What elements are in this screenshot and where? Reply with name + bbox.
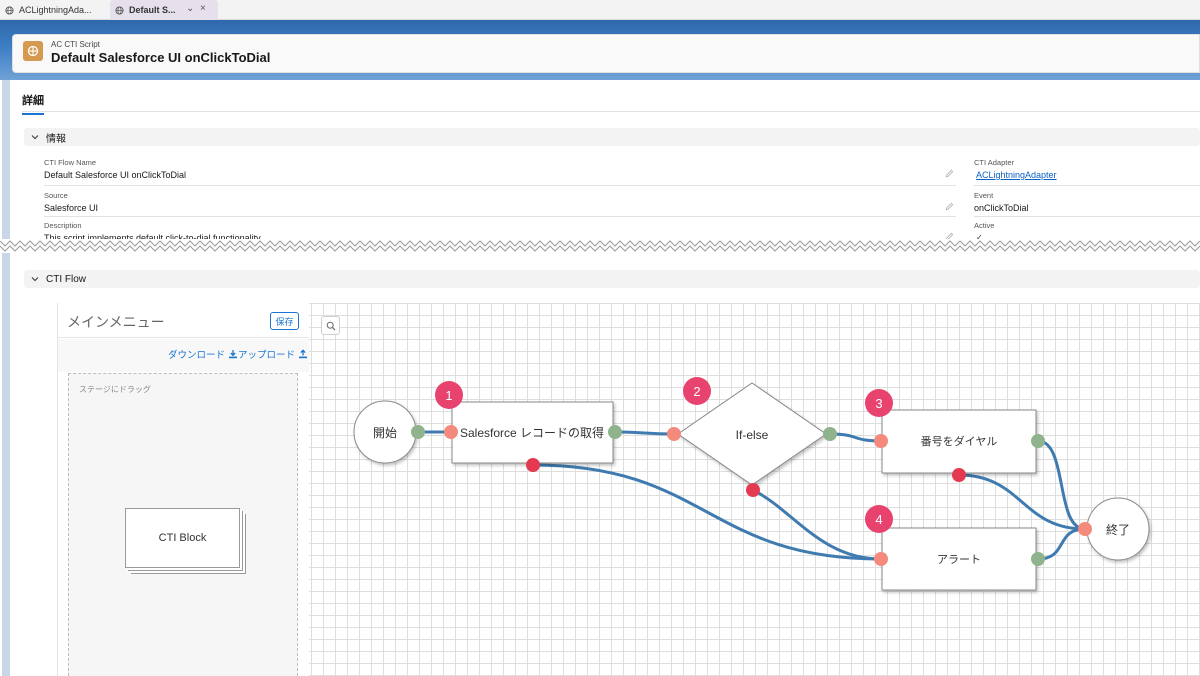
torn-edge-separator (0, 239, 1200, 253)
record-type-icon (23, 41, 43, 61)
browser-tab-bar: ACLightningAda... Default S... ⌄ × (0, 0, 1200, 20)
error-port[interactable] (952, 468, 966, 482)
end-node[interactable]: 終了 (1086, 497, 1150, 561)
palette-header: メインメニュー 保存 (58, 303, 309, 338)
input-port[interactable] (444, 425, 458, 439)
chevron-down-icon[interactable]: ⌄ (186, 3, 194, 14)
output-port[interactable] (411, 425, 425, 439)
field-cti-adapter: CTI Adapter ACLightningAdapter (974, 158, 1057, 180)
dial-number-node-label: 番号をダイヤル (921, 434, 998, 448)
alert-node[interactable]: アラート (881, 527, 1037, 591)
field-source: Source Salesforce UI (44, 191, 98, 213)
save-button[interactable]: 保存 (270, 312, 299, 330)
field-label: Description (44, 221, 82, 230)
upload-label: アップロード (238, 350, 296, 361)
globe-icon (5, 5, 14, 15)
field-event: Event onClickToDial (974, 191, 1029, 213)
field-divider (44, 185, 956, 186)
flow-section-header[interactable]: CTI Flow (24, 270, 1200, 288)
section-title: CTI Flow (46, 273, 86, 285)
field-label: Event (974, 191, 994, 200)
field-label: CTI Flow Name (44, 158, 97, 167)
field-divider (44, 216, 956, 217)
field-divider (974, 216, 1200, 217)
field-label: CTI Adapter (974, 158, 1015, 167)
drop-hint: ステージにドラッグ (79, 385, 151, 394)
input-port[interactable] (1078, 522, 1092, 536)
zoom-button[interactable] (321, 316, 340, 335)
download-label: ダウンロード (168, 350, 226, 361)
window-edge (2, 80, 10, 676)
input-port[interactable] (874, 552, 888, 566)
input-port[interactable] (667, 427, 681, 441)
upload-icon (299, 349, 308, 359)
output-port[interactable] (1031, 552, 1045, 566)
output-port[interactable] (608, 425, 622, 439)
tab-divider (22, 111, 1200, 112)
field-cti-flow-name: CTI Flow Name Default Salesforce UI onCl… (44, 158, 186, 180)
palette-title: メインメニュー (67, 314, 165, 330)
output-port[interactable] (823, 427, 837, 441)
pencil-icon[interactable] (945, 169, 954, 178)
field-value: Default Salesforce UI onClickToDial (44, 170, 187, 180)
zoom-icon (326, 321, 335, 330)
chevron-down-icon (31, 277, 39, 282)
alert-node-label: アラート (937, 554, 981, 566)
pencil-icon[interactable] (945, 202, 954, 211)
input-port[interactable] (874, 434, 888, 448)
cti-block-template[interactable]: CTI Block (125, 508, 240, 568)
field-divider (974, 185, 1200, 186)
error-port[interactable] (746, 483, 760, 497)
error-port[interactable] (526, 458, 540, 472)
end-node-label: 終了 (1106, 522, 1130, 537)
field-value: onClickToDial (974, 203, 1029, 213)
section-title: 情報 (46, 133, 66, 145)
record-header: AC CTI Script Default Salesforce UI onCl… (12, 34, 1200, 73)
download-icon (229, 350, 238, 359)
info-section-header[interactable]: 情報 (24, 128, 1200, 146)
dial-number-node[interactable]: 番号をダイヤル (881, 409, 1037, 474)
if-else-node-label: If-else (736, 428, 769, 442)
upload-button[interactable]: アップロード (238, 347, 308, 361)
record-type-label: AC CTI Script (51, 40, 100, 49)
chevron-down-icon (31, 135, 39, 140)
tab-default-script[interactable]: Default S... ⌄ × (110, 0, 218, 20)
palette-actions: ダウンロード アップロード (58, 339, 309, 372)
adapter-link[interactable]: ACLightningAdapter (976, 170, 1057, 180)
get-record-node-label: Salesforce レコードの取得 (460, 425, 604, 440)
page-title: Default Salesforce UI onClickToDial (51, 50, 271, 65)
tab-cti-adapter[interactable]: ACLightningAda... (0, 0, 110, 20)
tab-label: ACLightningAda... (19, 5, 92, 15)
field-value: Salesforce UI (44, 203, 99, 213)
get-record-node[interactable]: Salesforce レコードの取得 (451, 401, 614, 464)
close-icon[interactable]: × (200, 3, 206, 14)
field-label: Active (974, 221, 995, 230)
field-label: Source (44, 191, 68, 200)
start-node[interactable]: 開始 (353, 400, 417, 464)
block-palette: メインメニュー 保存 ダウンロード アップロード ステージにドラッグ CTI B… (57, 303, 309, 676)
globe-icon (115, 5, 124, 15)
download-button[interactable]: ダウンロード (168, 347, 238, 361)
start-node-label: 開始 (373, 426, 397, 440)
output-port[interactable] (1031, 434, 1045, 448)
tab-label: Default S... (129, 5, 176, 15)
palette-drop-zone: ステージにドラッグ CTI Block (68, 373, 298, 676)
